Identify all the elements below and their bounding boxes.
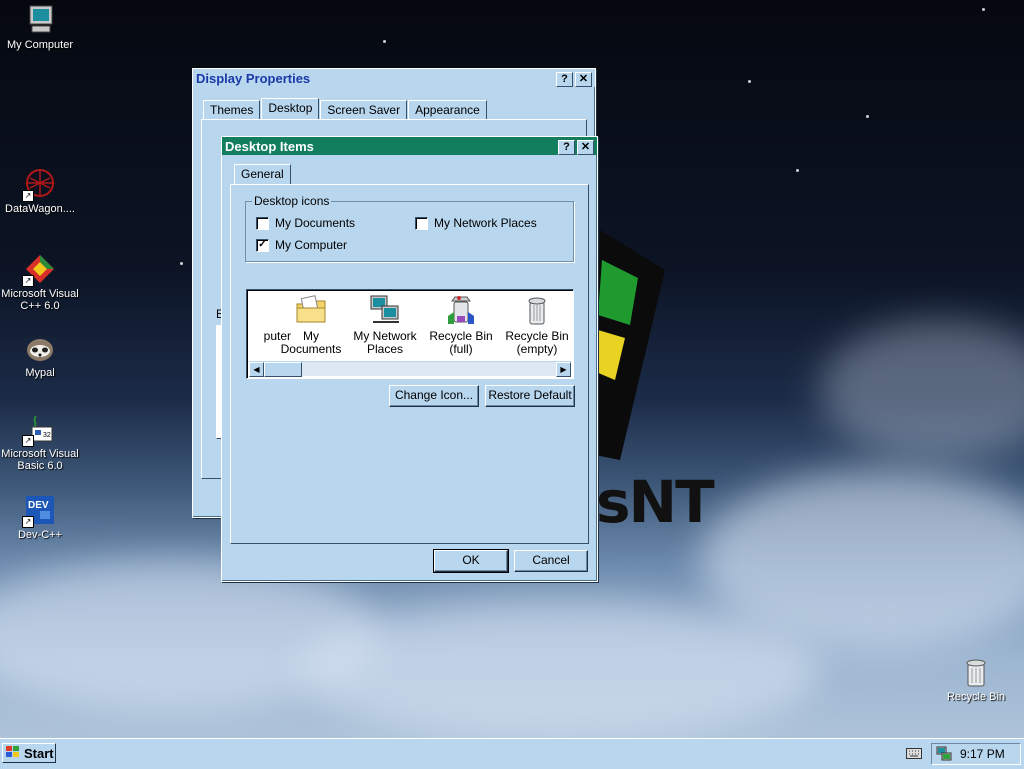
dialog-title: Desktop Items xyxy=(225,138,314,154)
cancel-button[interactable]: Cancel xyxy=(514,550,588,572)
desktop-icon-label: Mypal xyxy=(25,367,55,379)
help-button[interactable]: ? xyxy=(558,139,575,155)
desktop-icon-mypal[interactable]: Mypal xyxy=(0,332,80,379)
devcpp-icon: DEV ↗ xyxy=(22,494,56,528)
windows-logo xyxy=(595,230,665,460)
system-tray: 9:17 PM xyxy=(931,743,1021,765)
desktop-icon-my-computer[interactable]: My Computer xyxy=(0,4,80,51)
recycle-bin-full-icon xyxy=(445,294,477,326)
desktop-icon-label: Microsoft Visual C++ 6.0 xyxy=(1,288,79,312)
visual-basic-icon: 32 ↗ xyxy=(22,413,56,447)
display-properties-titlebar[interactable]: Display Properties ? ✕ xyxy=(193,69,595,87)
scroll-left-button[interactable]: ◀ xyxy=(249,362,264,377)
desktop-icon-visual-basic[interactable]: 32 ↗ Microsoft Visual Basic 6.0 xyxy=(0,413,80,472)
clock[interactable]: 9:17 PM xyxy=(960,747,1005,761)
desktop-icon-label: Microsoft Visual Basic 6.0 xyxy=(1,448,79,472)
desktop-items-tabs: General xyxy=(234,164,292,185)
help-button[interactable]: ? xyxy=(556,71,573,87)
tab-general[interactable]: General xyxy=(234,164,291,185)
datawagon-icon: ↗ xyxy=(22,168,56,202)
checkbox-box[interactable] xyxy=(415,216,428,230)
list-item[interactable]: Recycle Bin (empty) xyxy=(501,294,573,356)
desktop-icon-visual-cpp[interactable]: ↗ Microsoft Visual C++ 6.0 xyxy=(0,253,80,312)
display-properties-tabs: Themes Desktop Screen Saver Appearance xyxy=(203,98,488,119)
star xyxy=(748,80,751,83)
visual-cpp-icon: ↗ xyxy=(22,253,56,287)
checkbox-label: My Network Places xyxy=(434,216,537,230)
cloud xyxy=(820,320,1024,460)
list-item-label: Recycle Bin (full) xyxy=(429,329,493,356)
desktop-icon-label: My Computer xyxy=(6,39,74,51)
shortcut-arrow-icon: ↗ xyxy=(22,190,34,202)
network-tray-icon[interactable] xyxy=(936,746,952,765)
close-button[interactable]: ✕ xyxy=(575,71,592,87)
cloud xyxy=(300,600,820,740)
list-item-label: My Documents xyxy=(280,329,342,356)
star xyxy=(866,115,869,118)
my-network-places-icon xyxy=(369,294,401,326)
windows-flag-icon xyxy=(6,745,20,761)
checkbox-label: My Documents xyxy=(275,216,356,230)
group-label: Desktop icons xyxy=(252,194,332,208)
tab-themes[interactable]: Themes xyxy=(203,100,261,119)
desktop-icon-label: Dev-C++ xyxy=(17,529,63,541)
shortcut-arrow-icon: ↗ xyxy=(22,516,34,528)
checkbox-my-computer[interactable]: ✓ My Computer xyxy=(256,238,347,252)
checkbox-my-network-places[interactable]: My Network Places xyxy=(415,216,537,230)
ok-button[interactable]: OK xyxy=(433,549,509,573)
desktop-icons-group: Desktop icons My Documents My Network Pl… xyxy=(245,194,574,262)
shortcut-arrow-icon: ↗ xyxy=(22,275,34,287)
desktop-icon-recycle-bin[interactable]: Recycle Bin xyxy=(936,656,1016,703)
star xyxy=(796,169,799,172)
window-title: Display Properties xyxy=(196,70,311,86)
star xyxy=(383,40,386,43)
checkbox-box[interactable]: ✓ xyxy=(256,238,269,252)
mypal-icon xyxy=(24,332,56,364)
star xyxy=(982,8,985,11)
desktop-icon-label: DataWagon.... xyxy=(5,203,75,215)
desktop-icon-label: Recycle Bin xyxy=(946,691,1006,703)
taskbar: Start 9:17 PM xyxy=(0,738,1024,769)
star xyxy=(180,262,183,265)
desktop-items-titlebar[interactable]: Desktop Items ? ✕ xyxy=(222,137,597,155)
list-item-label: Recycle Bin (empty) xyxy=(505,329,569,356)
icon-list[interactable]: puter My Documents My Network Places Rec… xyxy=(246,289,574,379)
change-icon-button[interactable]: Change Icon... xyxy=(389,385,479,407)
tab-desktop[interactable]: Desktop xyxy=(261,98,320,119)
my-computer-icon xyxy=(24,4,56,36)
my-computer-icon xyxy=(247,294,273,326)
start-label: Start xyxy=(24,745,54,761)
list-item[interactable]: Recycle Bin (full) xyxy=(425,294,497,356)
scroll-right-button[interactable]: ▶ xyxy=(556,362,571,377)
checkbox-box[interactable] xyxy=(256,216,269,230)
desktop-items-dialog: Desktop Items ? ✕ General Desktop icons M… xyxy=(221,136,598,582)
keyboard-icon[interactable] xyxy=(906,748,922,762)
desktop-icon-datawagon[interactable]: ↗ DataWagon.... xyxy=(0,168,80,215)
checkbox-my-documents[interactable]: My Documents xyxy=(256,216,355,230)
recycle-bin-icon xyxy=(960,656,992,688)
svg-text:DEV: DEV xyxy=(28,500,49,511)
recycle-bin-empty-icon xyxy=(521,294,553,326)
tab-screen-saver[interactable]: Screen Saver xyxy=(320,100,408,119)
tab-appearance[interactable]: Appearance xyxy=(408,100,487,119)
desktop-icon-devcpp[interactable]: DEV ↗ Dev-C++ xyxy=(0,494,80,541)
list-item[interactable]: My Documents xyxy=(273,294,349,356)
shortcut-arrow-icon: ↗ xyxy=(22,435,34,447)
restore-default-button[interactable]: Restore Default xyxy=(485,385,575,407)
logo-text: sNT xyxy=(596,468,715,536)
my-documents-icon xyxy=(295,294,327,326)
scrollbar-thumb[interactable] xyxy=(264,362,302,377)
horizontal-scrollbar[interactable]: ◀ ▶ xyxy=(249,361,571,377)
list-item-label: My Network Places xyxy=(353,329,417,356)
svg-text:32: 32 xyxy=(43,432,51,439)
start-button[interactable]: Start xyxy=(2,743,56,763)
list-item[interactable]: My Network Places xyxy=(349,294,421,356)
close-button[interactable]: ✕ xyxy=(577,139,594,155)
checkbox-label: My Computer xyxy=(275,238,348,252)
